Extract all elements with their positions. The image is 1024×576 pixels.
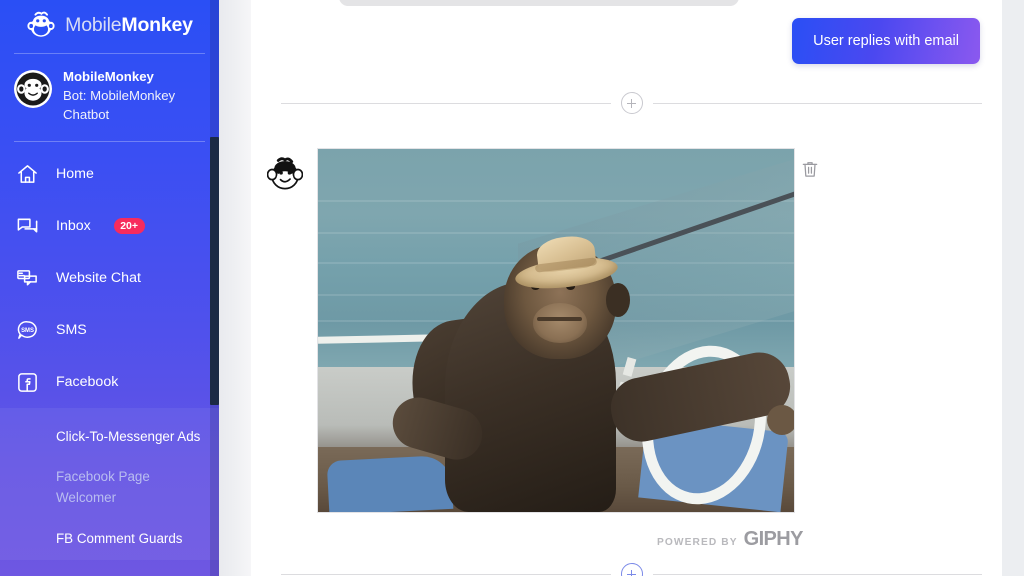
sidebar-item-facebook[interactable]: Facebook [0,356,219,408]
giphy-brand-label: GIPHY [744,528,803,551]
sidebar-item-inbox[interactable]: Inbox 20+ [0,200,219,252]
sidebar-nav: Home Inbox 20+ Website Chat [0,148,219,560]
brand-header[interactable]: MobileMonkey [0,0,219,46]
sidebar-scrollbar-track[interactable] [210,0,219,576]
facebook-icon [12,367,42,397]
submenu-item-click-to-messenger-ads-label: Click-To-Messenger Ads [56,426,200,447]
brand-title-bold: Monkey [121,14,192,36]
bot-divider [14,141,205,142]
sidebar-item-facebook-label: Facebook [56,374,118,390]
giphy-powered-by-label: POWERED BY [657,537,738,548]
sidebar-item-website-chat-label: Website Chat [56,270,141,286]
add-step-button-top[interactable] [621,92,643,114]
giphy-attribution: POWERED BY GIPHY [657,528,803,551]
divider-line-right [653,103,983,104]
monkey-avatar-icon [14,70,52,108]
monkey-logo-icon [26,10,56,40]
brand-title-light: Mobile [65,14,121,36]
sms-bubble-icon: SMS [12,315,42,345]
user-replies-with-email-button[interactable]: User replies with email [792,18,980,64]
monkey-avatar-icon [267,156,303,192]
chat-bubbles-icon [12,211,42,241]
bot-subtitle: Bot: MobileMonkey Chatbot [63,88,175,122]
previous-message-bubble[interactable] [339,0,739,6]
right-panel-rail [1002,0,1024,576]
plus-circle-icon [622,563,642,576]
inbox-badge: 20+ [114,218,145,234]
submenu-item-click-to-messenger-ads[interactable]: Click-To-Messenger Ads [0,414,219,458]
divider-line-right [653,574,983,575]
facebook-submenu: Click-To-Messenger Ads Facebook Page Wel… [0,408,219,560]
sidebar-item-inbox-label: Inbox [56,218,91,234]
submenu-item-facebook-page-welcomer-label: Facebook Page Welcomer [56,466,205,508]
brand-title: MobileMonkey [65,14,193,37]
step-divider-top [281,93,982,113]
sidebar-item-sms-label: SMS [56,322,87,338]
submenu-item-fb-comment-guards-label: FB Comment Guards [56,528,183,549]
website-chat-icon [12,263,42,293]
sidebar-item-home[interactable]: Home [0,148,219,200]
app-root: MobileMonkey [0,0,1024,576]
dialogue-canvas: User replies with email [251,0,1002,576]
divider-line-left [281,574,611,575]
bot-name: MobileMonkey [63,69,154,84]
gif-image[interactable] [317,148,795,513]
sidebar-scrollbar-thumb[interactable] [210,137,219,405]
trash-icon[interactable] [800,158,820,180]
submenu-item-facebook-page-welcomer[interactable]: Facebook Page Welcomer [0,458,219,516]
panel-gutter [219,0,251,576]
step-divider-bottom [281,564,982,576]
sidebar-item-home-label: Home [56,166,94,182]
plus-circle-icon [622,92,642,114]
svg-text:SMS: SMS [21,327,34,333]
sidebar-item-sms[interactable]: SMS SMS [0,304,219,356]
home-icon [12,159,42,189]
sidebar-item-website-chat[interactable]: Website Chat [0,252,219,304]
bot-selector[interactable]: MobileMonkey Bot: MobileMonkey Chatbot [0,54,219,134]
add-step-button-bottom[interactable] [621,563,643,576]
divider-line-left [281,103,611,104]
bot-info: MobileMonkey Bot: MobileMonkey Chatbot [63,66,205,124]
submenu-item-fb-comment-guards[interactable]: FB Comment Guards [0,516,219,560]
sidebar: MobileMonkey [0,0,219,576]
